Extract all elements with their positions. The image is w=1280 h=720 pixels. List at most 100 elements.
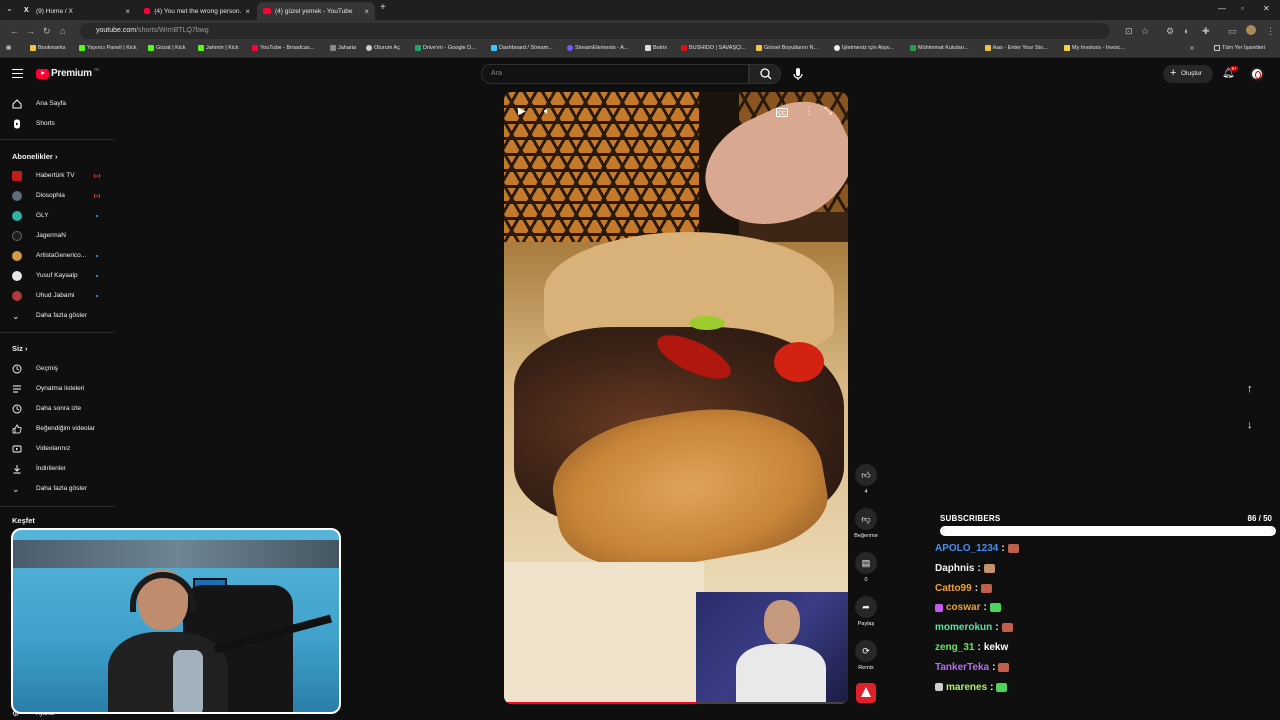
sidebar-item-shorts[interactable]: Shorts [0, 115, 115, 133]
all-bookmarks[interactable]: Tüm Yer İşaretleri [1214, 45, 1265, 51]
sidepanel-icon[interactable]: ▭ [1228, 26, 1237, 37]
menu-icon[interactable]: ⋮ [1266, 26, 1275, 37]
bookmark-label: Botrix [653, 45, 668, 51]
bookmark-item[interactable]: My Invoices - Invoic... [1064, 45, 1125, 51]
bookmark-item[interactable]: Yayıncı Paneli | Kick [79, 45, 137, 51]
url-field[interactable]: youtube.com/shorts/WrmBTLQ7bwg [80, 23, 1110, 39]
bookmark-item[interactable]: Jahmin | Kick [198, 45, 239, 51]
youtube-icon [263, 8, 271, 14]
maximize-button[interactable]: ▫ [1241, 4, 1244, 13]
profile-avatar[interactable] [1246, 25, 1256, 35]
close-window-button[interactable]: ✕ [1263, 4, 1270, 13]
sidebar-channel[interactable]: ArtistaGenerico... [0, 247, 115, 265]
chat-message: marenes: [935, 682, 1008, 693]
arrow-up-icon[interactable]: ↑ [1247, 383, 1253, 395]
sidebar-item-home[interactable]: Ana Sayfa [0, 95, 115, 113]
chat-username: Daphnis [935, 562, 975, 574]
bookmark-item[interactable]: Drive'ım - Google D... [415, 45, 476, 51]
tab-label: (9) Home / X [36, 7, 73, 15]
remix-button[interactable]: ⟳ Remix [855, 640, 877, 671]
subscriptions-heading[interactable]: Abonelikler › [12, 152, 57, 161]
channel-name: JagermaN [36, 232, 66, 239]
extension-icon[interactable]: ⚙ [1166, 26, 1174, 37]
bookmark-item[interactable]: YouTube - Broadcas... [252, 45, 314, 51]
sidebar-item-liked-videos[interactable]: Beğendiğim videolar [0, 420, 115, 438]
apps-icon[interactable]: ▦ [6, 45, 11, 51]
captions-icon[interactable]: cc [776, 108, 788, 117]
install-icon[interactable]: ⊡ [1125, 26, 1133, 37]
sidebar-item-history[interactable]: Geçmiş [0, 360, 115, 378]
search-input[interactable]: Ara [481, 64, 749, 84]
sidebar-channel[interactable]: Yusuf Kayaalp [0, 267, 115, 285]
tab-youtube-active[interactable]: (4) güzel yemek - YouTube × [257, 2, 375, 20]
chat-emote-icon [996, 682, 1008, 692]
you-heading[interactable]: Siz › [12, 344, 27, 353]
create-button[interactable]: Oluştur [1163, 64, 1213, 83]
new-tab-button[interactable]: + [380, 2, 386, 13]
close-tab-icon[interactable]: × [125, 7, 130, 16]
sidebar-channel[interactable]: Uhud Jabami [0, 287, 115, 305]
bookmark-item[interactable]: İşletmeniz için Alışv... [834, 45, 894, 51]
comment-icon: ▤ [855, 552, 877, 574]
volume-icon[interactable]: 🔈︎ [544, 106, 550, 117]
show-more-subscriptions[interactable]: ⌄ Daha fazla göster [0, 307, 115, 325]
minimize-button[interactable]: — [1218, 4, 1226, 13]
bookmark-item[interactable]: Botrix [645, 45, 667, 51]
sidebar-channel[interactable]: JagermaN [0, 227, 115, 245]
more-bookmarks-icon[interactable]: » [1190, 45, 1194, 52]
sidebar-item-label: Geçmiş [36, 365, 59, 372]
hamburger-menu-icon[interactable] [12, 69, 23, 78]
star-icon[interactable]: ☆ [1141, 26, 1149, 37]
puzzle-icon[interactable]: ✚ [1202, 26, 1210, 37]
bookmark-item[interactable]: Görsel Boyutlarını N... [756, 45, 818, 51]
arrow-down-icon[interactable]: ↓ [1247, 419, 1253, 431]
fullscreen-icon[interactable]: ⤡ [824, 106, 832, 117]
sidebar-channel[interactable]: Habertürk TV [0, 167, 115, 185]
bookmark-item[interactable]: Jaharia [330, 45, 356, 51]
tab-youtube-1[interactable]: (4) You met the wrong person. × [138, 2, 256, 20]
close-tab-icon[interactable]: × [364, 7, 369, 16]
sound-thumbnail[interactable] [856, 683, 876, 703]
bookmark-item[interactable]: ikas - Enter Your Sto... [985, 45, 1048, 51]
comments-button[interactable]: ▤ 0 [855, 552, 877, 583]
more-options-icon[interactable]: ⋮ [804, 106, 814, 117]
webcam-shelf [13, 540, 339, 568]
account-avatar[interactable] [1250, 67, 1264, 81]
search-button[interactable] [749, 64, 781, 84]
close-tab-icon[interactable]: × [245, 7, 250, 16]
shorts-video-player[interactable]: ▶ 🔈︎ cc ⋮ ⤡ [504, 92, 848, 704]
bookmark-item[interactable]: StreamElements - A... [567, 45, 629, 51]
bookmark-item[interactable]: Gözat | Kick [148, 45, 186, 51]
bookmark-item[interactable]: BUSHIDO | SAVAŞÇI... [681, 45, 746, 51]
channel-name: Uhud Jabami [36, 292, 75, 299]
show-more-you[interactable]: ⌄ Daha fazla göster [0, 480, 115, 498]
youtube-logo[interactable]: Premium TR [36, 67, 99, 79]
bookmark-item[interactable]: Mühimmat Kutuları... [910, 45, 969, 51]
back-icon[interactable]: ← [10, 26, 19, 36]
sidebar-item-watch-later[interactable]: Daha sonra izle [0, 400, 115, 418]
extension2-icon[interactable]: ◐ [1184, 26, 1189, 36]
sidebar-item-playlists[interactable]: Oynatma listeleri [0, 380, 115, 398]
download-icon [13, 465, 21, 474]
sidebar-item-your-videos[interactable]: Videolarınız [0, 440, 115, 458]
bookmark-item[interactable]: Dashboard / Stream... [491, 45, 553, 51]
voice-search-button[interactable] [789, 65, 807, 83]
reload-icon[interactable]: ↻ [43, 26, 51, 37]
live-icon [94, 194, 100, 198]
sidebar-item-downloads[interactable]: İndirilenler [0, 460, 115, 478]
bookmark-item[interactable]: Oturum Aç [366, 45, 400, 51]
bookmark-item[interactable]: Bookmarks [30, 45, 66, 51]
video-progress-bar[interactable] [504, 702, 848, 704]
play-icon[interactable]: ▶ [518, 106, 526, 117]
like-button[interactable]: 👍︎ 4 [855, 464, 877, 495]
tab-x-home[interactable]: X (9) Home / X × [18, 2, 136, 20]
tab-search-icon[interactable]: ⌄ [6, 4, 13, 13]
sidebar-channel[interactable]: GLY [0, 207, 115, 225]
forward-icon[interactable]: → [26, 26, 35, 36]
tab-label: (4) güzel yemek - YouTube [275, 7, 353, 15]
dislike-button[interactable]: 👎︎ Beğenme [854, 508, 878, 539]
share-button[interactable]: ➦ Paylaş [855, 596, 877, 627]
sidebar-channel[interactable]: Diosophia [0, 187, 115, 205]
history-icon [12, 364, 22, 374]
home-icon[interactable]: ⌂ [60, 26, 65, 36]
